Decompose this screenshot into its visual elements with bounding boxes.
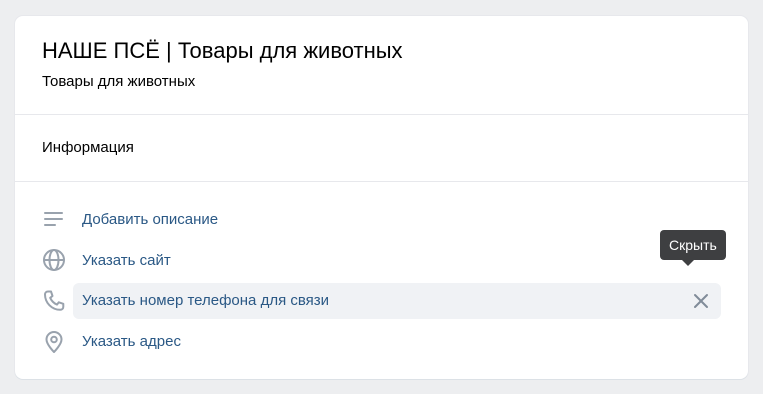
add-description-item[interactable]: Добавить описание (73, 202, 721, 238)
card-header: НАШЕ ПСЁ | Товары для животных Товары дл… (15, 16, 748, 115)
text-lines-icon (44, 212, 63, 226)
globe-icon (43, 249, 65, 271)
tooltip-arrow (682, 260, 694, 266)
location-pin-icon (45, 331, 63, 353)
info-section-header: Информация (15, 115, 748, 182)
page-title: НАШЕ ПСЁ | Товары для животных (42, 38, 403, 63)
community-info-card: НАШЕ ПСЁ | Товары для животных Товары дл… (15, 16, 748, 379)
add-website-link[interactable]: Указать сайт (82, 252, 171, 269)
add-phone-link[interactable]: Указать номер телефона для связи (82, 292, 329, 309)
close-icon[interactable] (691, 291, 711, 311)
info-section-title: Информация (42, 139, 134, 156)
add-address-item[interactable]: Указать адрес (73, 324, 721, 360)
phone-icon (44, 290, 65, 311)
add-phone-item[interactable]: Указать номер телефона для связи (73, 283, 721, 319)
page-subtitle: Товары для животных (42, 73, 196, 90)
hide-tooltip: Скрыть (660, 230, 726, 260)
add-description-link[interactable]: Добавить описание (82, 211, 218, 228)
add-address-link[interactable]: Указать адрес (82, 333, 181, 350)
add-website-item[interactable]: Указать сайт (73, 243, 721, 279)
